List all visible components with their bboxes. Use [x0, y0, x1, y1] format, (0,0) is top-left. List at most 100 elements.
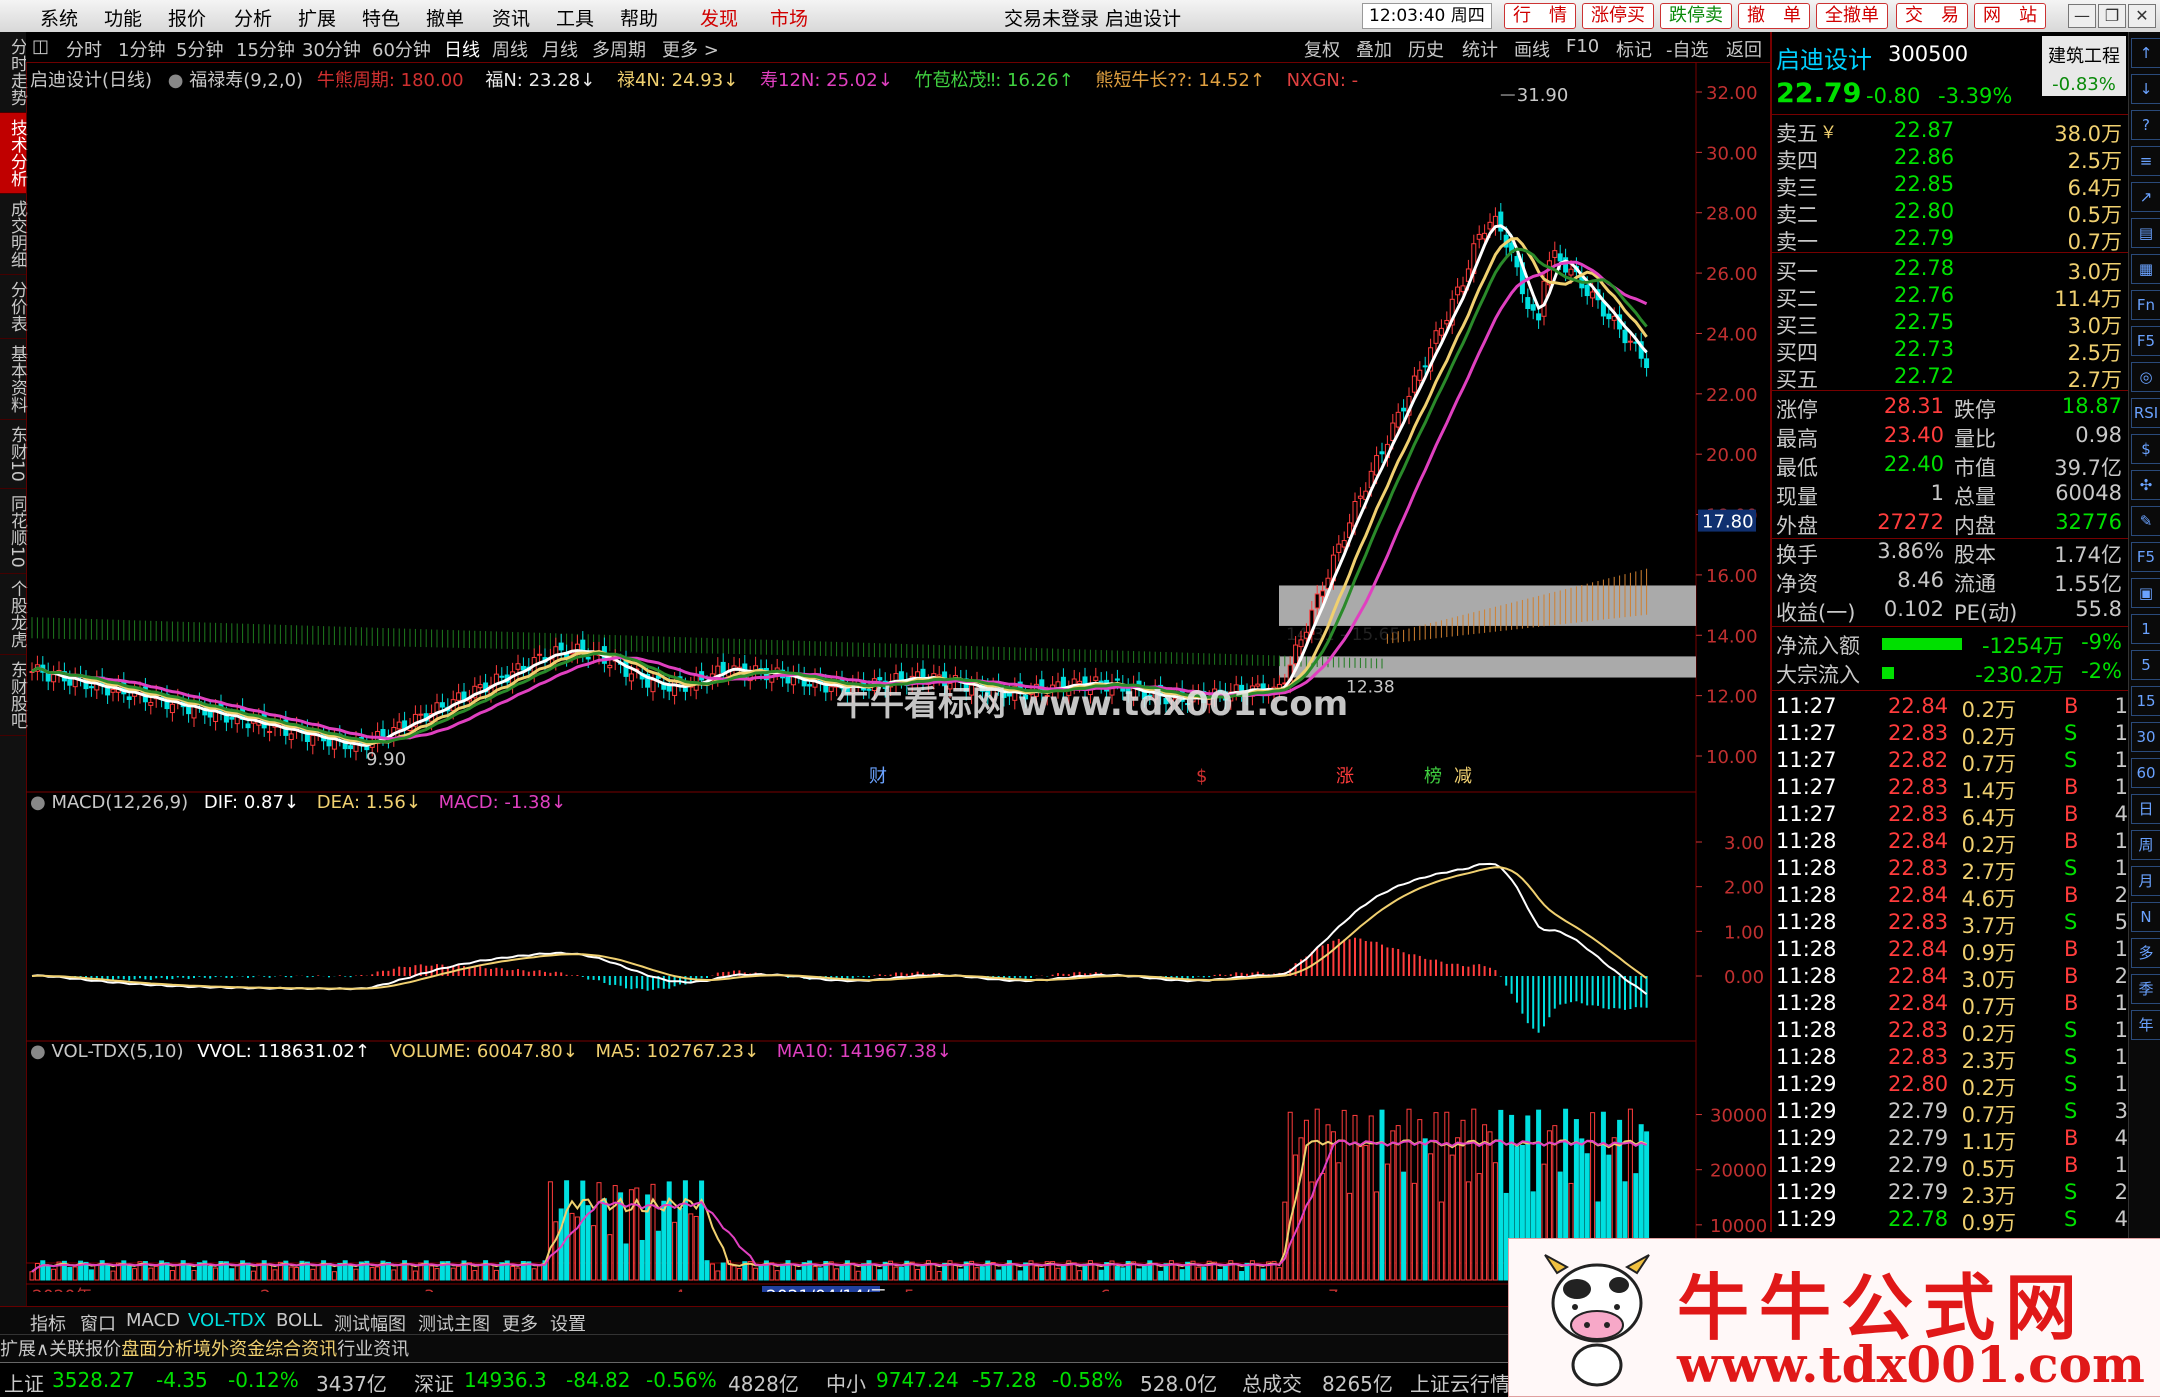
- side-button-19[interactable]: 30: [2131, 722, 2160, 752]
- side-button-21[interactable]: 日: [2131, 794, 2160, 824]
- indicator-tab-1[interactable]: 窗口: [80, 1310, 116, 1336]
- side-button-11[interactable]: $: [2131, 434, 2160, 464]
- menu-1[interactable]: 功能: [104, 4, 142, 31]
- left-tab-8[interactable]: 东财股吧: [0, 655, 27, 737]
- tool-2[interactable]: 历史: [1408, 36, 1444, 62]
- ask-row[interactable]: 卖四 22.86 2.5万: [1776, 145, 2126, 173]
- menu-3[interactable]: 分析: [234, 4, 272, 31]
- period-0[interactable]: 分时: [66, 36, 102, 62]
- sz-label[interactable]: 深证: [414, 1368, 454, 1397]
- tool-5[interactable]: F10: [1566, 36, 1599, 57]
- left-tab-1[interactable]: 技术分析: [0, 113, 27, 194]
- side-button-6[interactable]: ▦: [2131, 254, 2160, 284]
- quick-button-3[interactable]: 撤 单: [1738, 3, 1810, 29]
- ext-tab-5[interactable]: 行业资讯: [337, 1339, 409, 1360]
- side-button-7[interactable]: Fn: [2131, 290, 2160, 320]
- close-icon[interactable]: ✕: [2128, 4, 2156, 28]
- indicator-tab-5[interactable]: 测试幅图: [334, 1310, 406, 1336]
- indicator-tab-2[interactable]: MACD: [126, 1310, 180, 1331]
- indicator-name[interactable]: 福禄寿(9,2,0): [189, 70, 303, 91]
- side-button-14[interactable]: F5: [2131, 542, 2160, 572]
- chart-area[interactable]: 32.0030.0028.0026.0024.0022.0020.0018.00…: [25, 61, 1770, 1307]
- menu-5[interactable]: 特色: [362, 4, 400, 31]
- bid-row[interactable]: 买三 22.75 3.0万: [1776, 310, 2126, 338]
- bid-row[interactable]: 买四 22.73 2.5万: [1776, 337, 2126, 365]
- menu-2[interactable]: 报价: [168, 4, 206, 31]
- period-4[interactable]: 30分钟: [302, 36, 361, 62]
- period-5[interactable]: 60分钟: [372, 36, 431, 62]
- indicator-tab-8[interactable]: 设置: [550, 1310, 586, 1336]
- left-tab-3[interactable]: 分价表: [0, 275, 27, 339]
- panel-toggle-icon[interactable]: ◫: [32, 36, 49, 57]
- indicator-toggle-icon[interactable]: ●: [168, 70, 184, 91]
- side-button-16[interactable]: 1: [2131, 614, 2160, 644]
- ext-tab-4[interactable]: 综合资讯: [265, 1339, 337, 1360]
- left-tab-6[interactable]: 同花顺10: [0, 489, 27, 575]
- period-7[interactable]: 周线: [492, 36, 528, 62]
- tab-discover[interactable]: 发现: [700, 4, 738, 31]
- period-2[interactable]: 5分钟: [176, 36, 223, 62]
- menu-4[interactable]: 扩展: [298, 4, 336, 31]
- ext-tab-1[interactable]: 关联报价: [49, 1339, 121, 1360]
- side-button-4[interactable]: ↗: [2131, 182, 2160, 212]
- side-button-1[interactable]: ↓: [2131, 74, 2160, 104]
- period-3[interactable]: 15分钟: [236, 36, 295, 62]
- side-button-25[interactable]: 多: [2131, 938, 2160, 968]
- indicator-tab-4[interactable]: BOLL: [276, 1310, 322, 1331]
- period-10[interactable]: 更多 >: [662, 36, 719, 62]
- side-button-22[interactable]: 周: [2131, 830, 2160, 860]
- bid-row[interactable]: 买一 22.78 3.0万: [1776, 256, 2126, 284]
- period-8[interactable]: 月线: [542, 36, 578, 62]
- ask-row[interactable]: 卖三 22.85 6.4万: [1776, 172, 2126, 200]
- ask-row[interactable]: 卖五 ￥ 22.87 38.0万: [1776, 118, 2126, 146]
- macd-name[interactable]: MACD(12,26,9): [51, 792, 188, 813]
- bid-row[interactable]: 买二 22.76 11.4万: [1776, 283, 2126, 311]
- tool-3[interactable]: 统计: [1462, 36, 1498, 62]
- vol-toggle-icon[interactable]: ●: [30, 1041, 46, 1062]
- side-button-24[interactable]: N: [2131, 902, 2160, 932]
- side-button-9[interactable]: ◎: [2131, 362, 2160, 392]
- quick-button-0[interactable]: 行 情: [1504, 3, 1576, 29]
- period-6[interactable]: 日线: [444, 36, 480, 62]
- left-tab-4[interactable]: 基本资料: [0, 339, 27, 420]
- indicator-tab-0[interactable]: 指标: [30, 1310, 66, 1336]
- menu-7[interactable]: 资讯: [492, 4, 530, 31]
- industry-box[interactable]: 建筑工程 -0.83%: [2042, 36, 2126, 96]
- side-button-26[interactable]: 季: [2131, 974, 2160, 1004]
- side-button-10[interactable]: RSI: [2131, 398, 2160, 428]
- quick-button-5[interactable]: 交 易: [1896, 3, 1968, 29]
- side-button-20[interactable]: 60: [2131, 758, 2160, 788]
- zx-label[interactable]: 中小: [826, 1368, 866, 1397]
- sh-label[interactable]: 上证: [4, 1368, 44, 1397]
- side-button-13[interactable]: ✎: [2131, 506, 2160, 536]
- side-button-0[interactable]: ↑: [2131, 38, 2160, 68]
- side-button-8[interactable]: F5: [2131, 326, 2160, 356]
- tool-7[interactable]: -自选: [1666, 36, 1709, 62]
- period-9[interactable]: 多周期: [592, 36, 646, 62]
- tool-6[interactable]: 标记: [1616, 36, 1652, 62]
- indicator-tab-6[interactable]: 测试主图: [418, 1310, 490, 1336]
- tab-market[interactable]: 市场: [770, 4, 808, 31]
- ask-row[interactable]: 卖一 22.79 0.7万: [1776, 226, 2126, 254]
- tool-1[interactable]: 叠加: [1356, 36, 1392, 62]
- side-button-27[interactable]: 年: [2131, 1010, 2160, 1040]
- menu-9[interactable]: 帮助: [620, 4, 658, 31]
- side-button-5[interactable]: ▤: [2131, 218, 2160, 248]
- quick-button-4[interactable]: 全撤单: [1816, 3, 1888, 29]
- indicator-tab-3[interactable]: VOL-TDX: [188, 1310, 266, 1331]
- cloud-quote[interactable]: 上证云行情: [1410, 1368, 1510, 1397]
- ext-tab-2[interactable]: 盘面分析: [121, 1339, 193, 1360]
- side-button-15[interactable]: ▣: [2131, 578, 2160, 608]
- menu-0[interactable]: 系统: [40, 4, 78, 31]
- period-1[interactable]: 1分钟: [118, 36, 165, 62]
- ask-row[interactable]: 卖二 22.80 0.5万: [1776, 199, 2126, 227]
- indicator-tab-7[interactable]: 更多: [502, 1310, 538, 1336]
- side-button-17[interactable]: 5: [2131, 650, 2160, 680]
- side-button-2[interactable]: ?: [2131, 110, 2160, 140]
- left-tab-0[interactable]: 分时走势: [0, 32, 27, 113]
- tool-4[interactable]: 画线: [1514, 36, 1550, 62]
- left-tab-7[interactable]: 个股龙虎: [0, 574, 27, 656]
- minimize-icon[interactable]: —: [2068, 4, 2096, 28]
- macd-toggle-icon[interactable]: ●: [30, 792, 46, 813]
- side-button-12[interactable]: ✣: [2131, 470, 2160, 500]
